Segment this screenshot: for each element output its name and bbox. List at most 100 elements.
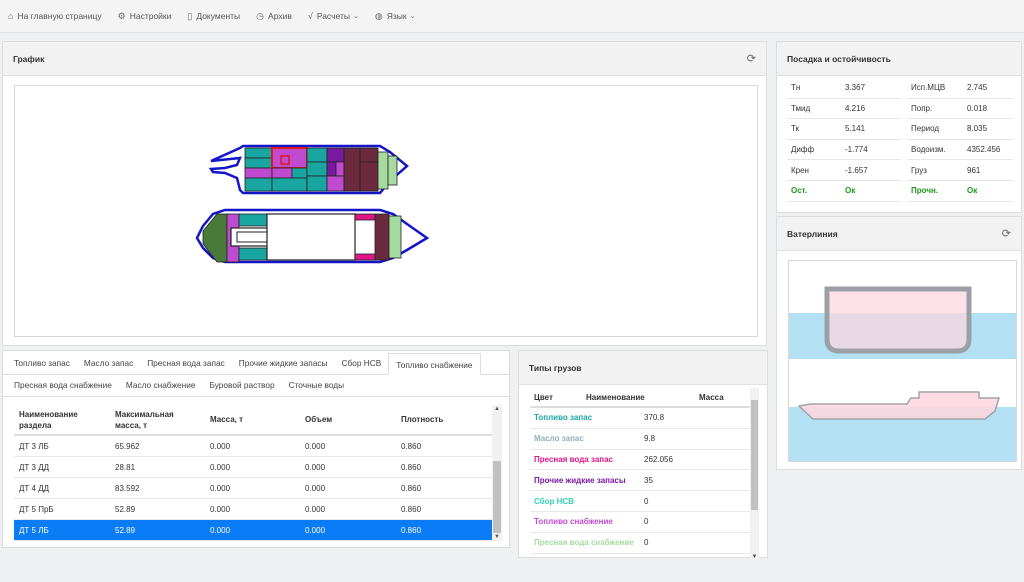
hull-cross-section: [824, 286, 972, 354]
column-header[interactable]: Наименование раздела: [14, 405, 110, 434]
cargo-title: Типы грузов: [529, 362, 582, 373]
nav-settings[interactable]: ⚙ Настройки: [118, 11, 172, 22]
tab-drilling-mud[interactable]: Буровой раствор: [202, 374, 281, 396]
refresh-icon[interactable]: ⟳: [747, 52, 756, 65]
stability-row: Ост. Ок Прочн. Ок: [787, 181, 1013, 202]
tab-fuel-stock[interactable]: Топливо запас: [7, 352, 77, 374]
nav-archive[interactable]: ◷ Архив: [256, 11, 292, 22]
cargo-mass: 262.056: [644, 454, 673, 464]
list-item[interactable]: Сбор НСВ 0: [530, 491, 759, 512]
cell-max-mass: 28.81: [115, 462, 136, 472]
refresh-icon[interactable]: ⟳: [1002, 227, 1011, 240]
table-scrollbar[interactable]: ▲ ▼: [492, 405, 502, 541]
column-header[interactable]: Масса, т: [205, 405, 300, 434]
list-item[interactable]: Пресная вода запас 262.056: [530, 450, 759, 471]
stability-title: Посадка и остойчивость: [787, 53, 891, 64]
status-badge: Ок: [841, 181, 901, 202]
column-header[interactable]: Максимальная масса, т: [110, 405, 205, 434]
nav-home[interactable]: ⌂ На главную страницу: [8, 11, 102, 21]
cargo-panel-header: Типы грузов: [519, 351, 767, 385]
scrollbar-thumb[interactable]: [751, 400, 758, 510]
cargo-name: Масло запас: [534, 434, 584, 444]
top-navbar: ⌂ На главную страницу ⚙ Настройки ▯ Докумен…: [0, 0, 1024, 33]
param-value: 2.745: [963, 78, 1013, 99]
param-label: Исп.МЦВ: [907, 78, 963, 99]
nav-calculations[interactable]: √ Расчеты ⌄: [308, 11, 359, 21]
stability-row: Тн 3.367 Исп.МЦВ 2.745: [787, 78, 1013, 99]
tab-fresh-water-stock[interactable]: Пресная вода запас: [140, 352, 232, 374]
sqrt-icon: √: [307, 11, 313, 21]
list-item[interactable]: Масло запас 9.8: [530, 429, 759, 450]
cell-mass: 0.000: [210, 441, 231, 451]
cell-volume: 0.000: [305, 525, 326, 535]
param-value: 4.216: [841, 99, 901, 120]
cell-max-mass: 52.89: [115, 525, 136, 535]
nav-documents[interactable]: ▯ Документы: [187, 11, 240, 22]
column-header[interactable]: Масса: [699, 393, 724, 402]
cargo-mass: 0: [644, 538, 649, 548]
scrollbar-thumb[interactable]: [493, 461, 501, 533]
cell-max-mass: 65.962: [115, 441, 140, 451]
tab-fuel-supply[interactable]: Топливо снабжение: [388, 353, 481, 375]
list-item[interactable]: Топливо снабжение 0: [530, 512, 759, 533]
stability-row: Крен -1.657 Груз 961: [787, 160, 1013, 181]
table-row[interactable]: ДТ 3 ДД 28.81 0.000 0.000 0.860: [14, 457, 502, 478]
table-row[interactable]: ДТ 3 ЛБ 65.962 0.000 0.000 0.860: [14, 436, 502, 457]
stability-grid: Тн 3.367 Исп.МЦВ 2.745 Тмид 4.216 Попр. …: [787, 78, 1013, 202]
cell-volume: 0.000: [305, 483, 326, 493]
table-row-selected[interactable]: ДТ 5 ЛБ 52.89 0.000 0.000 0.860: [14, 520, 502, 541]
param-value: 3.367: [841, 78, 901, 99]
param-label: Попр.: [907, 99, 963, 120]
graph-title: График: [13, 53, 45, 64]
tab-oil-supply[interactable]: Масло снабжение: [119, 374, 203, 396]
param-value: -1.774: [841, 140, 901, 161]
param-label: Тн: [787, 78, 841, 99]
history-icon: ◷: [256, 10, 265, 21]
param-label: Тмид: [787, 99, 841, 120]
scroll-down-icon[interactable]: ▼: [750, 554, 759, 560]
column-header[interactable]: Плотность: [396, 405, 492, 434]
table-row[interactable]: ДТ 5 ПрБ 52.89 0.000 0.000 0.860: [14, 499, 502, 520]
tab-other-liquids[interactable]: Прочие жидкие запасы: [232, 352, 335, 374]
cargo-types-panel: Типы грузов Цвет Наименование Масса Топл…: [518, 350, 768, 560]
cell-name: ДТ 5 ПрБ: [19, 504, 54, 514]
table-row[interactable]: ДТ 4 ДД 83.592 0.000 0.000 0.860: [14, 478, 502, 499]
tab-sewage[interactable]: Сточные воды: [282, 374, 351, 396]
list-item[interactable]: Топливо запас 370.8: [530, 408, 759, 429]
stability-row: Дифф -1.774 Водоизм. 4352.456: [787, 140, 1013, 161]
cell-density: 0.860: [401, 441, 422, 451]
cell-name: ДТ 3 ЛБ: [19, 441, 49, 451]
column-header[interactable]: Наименование: [586, 393, 699, 402]
scroll-down-icon[interactable]: ▼: [492, 534, 502, 540]
cell-density: 0.860: [401, 462, 422, 472]
cell-mass: 0.000: [210, 525, 231, 535]
tab-fresh-water-supply[interactable]: Пресная вода снабжение: [7, 374, 119, 396]
param-label: Крен: [787, 160, 841, 181]
param-value: 8.035: [963, 119, 1013, 140]
waterline-drawing: [789, 286, 1016, 461]
list-item[interactable]: Пресная вода снабжение 0: [530, 533, 759, 554]
column-header[interactable]: Цвет: [530, 393, 586, 402]
ship-graph-canvas: [14, 85, 758, 337]
home-icon: ⌂: [8, 11, 14, 21]
waterline-panel-header: Ватерлиния ⟳: [777, 217, 1021, 251]
cargo-name: Топливо запас: [534, 413, 593, 423]
cargo-name: Пресная вода запас: [534, 454, 613, 464]
stability-panel-header: Посадка и остойчивость: [777, 42, 1021, 76]
cell-name: ДТ 4 ДД: [19, 483, 50, 493]
tab-oily-water[interactable]: Сбор НСВ: [334, 352, 388, 374]
graph-panel-header: График ⟳: [3, 42, 766, 76]
tab-oil-stock[interactable]: Масло запас: [77, 352, 140, 374]
scroll-up-icon[interactable]: ▲: [492, 406, 502, 412]
cargo-scrollbar[interactable]: ▼: [750, 388, 759, 560]
cell-density: 0.860: [401, 483, 422, 493]
cell-volume: 0.000: [305, 441, 326, 451]
cell-density: 0.860: [401, 525, 422, 535]
list-item[interactable]: Прочие жидкие запасы 35: [530, 470, 759, 492]
column-header[interactable]: Объем: [300, 405, 396, 434]
param-value: 5.141: [841, 119, 901, 140]
status-badge: Ок: [963, 181, 1013, 202]
param-label: Водоизм.: [907, 140, 963, 161]
cell-name: ДТ 5 ЛБ: [19, 525, 49, 535]
nav-language[interactable]: ◍ Язык ⌄: [375, 11, 416, 22]
